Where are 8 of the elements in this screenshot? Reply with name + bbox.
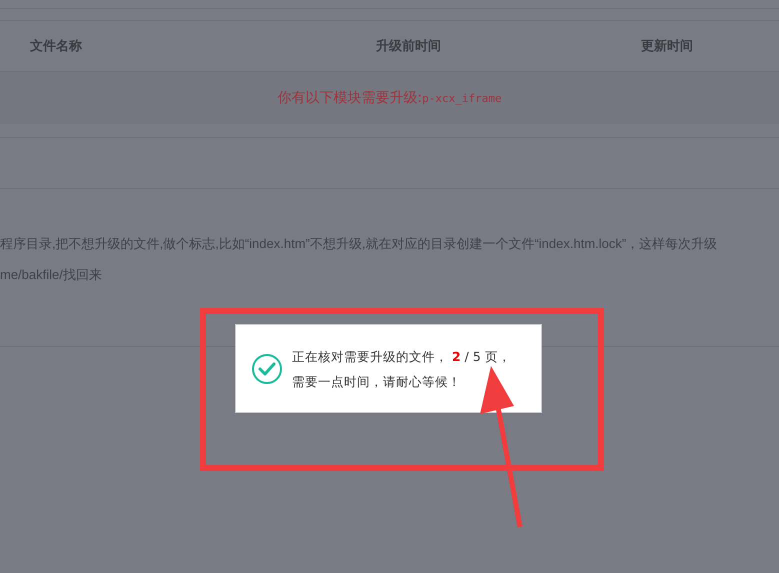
upgrade-notice: 你有以下模块需要升级:p-xcx_iframe xyxy=(277,89,502,107)
progress-message: 正在核对需要升级的文件， 2 / 5 页，需要一点时间，请耐心等候！ xyxy=(292,348,512,390)
instruction-text: me/bakfile/找回来 xyxy=(0,266,103,284)
check-circle-icon xyxy=(251,352,283,384)
column-header: 文件名称 xyxy=(30,38,83,55)
column-header: 升级前时间 xyxy=(376,38,442,55)
instruction-text: 程序目录,把不想升级的文件,做个标志,比如“index.htm”不想升级,就在对应的目录创建一个文件“index.htm.lock”，这样每次升级 xyxy=(0,235,718,253)
column-header: 更新时间 xyxy=(641,38,693,55)
